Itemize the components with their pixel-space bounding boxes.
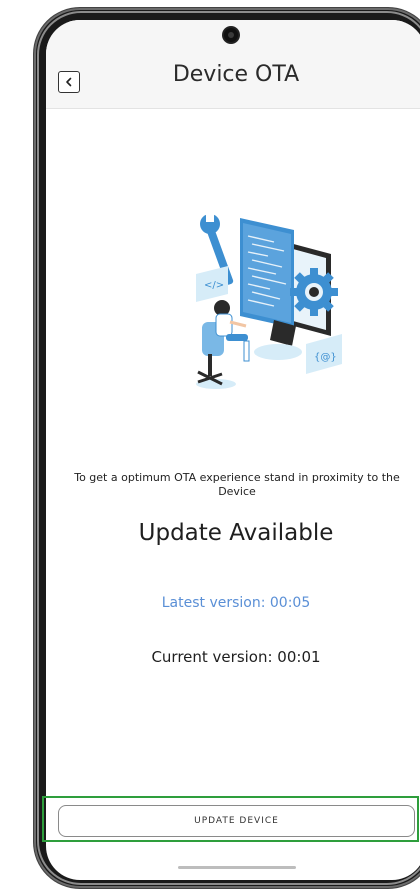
- svg-text:</>: </>: [204, 280, 224, 291]
- front-camera: [224, 28, 238, 42]
- app-bar: Device OTA: [46, 20, 420, 109]
- page-title: Device OTA: [172, 62, 300, 87]
- status-heading: Update Available: [138, 520, 334, 546]
- svg-text:{@}: {@}: [314, 352, 337, 363]
- latest-version-label: Latest version: 00:05: [161, 595, 311, 611]
- home-indicator[interactable]: [178, 866, 296, 869]
- developer-workstation-illustration: </> {@}: [196, 210, 342, 389]
- proximity-note: To get a optimum OTA experience stand in…: [74, 471, 400, 498]
- update-device-button[interactable]: UPDATE DEVICE: [58, 805, 415, 837]
- app-screen: Device OTA </> {@} To get a optimum OTA …: [46, 20, 420, 880]
- current-version-label: Current version: 00:01: [151, 648, 321, 666]
